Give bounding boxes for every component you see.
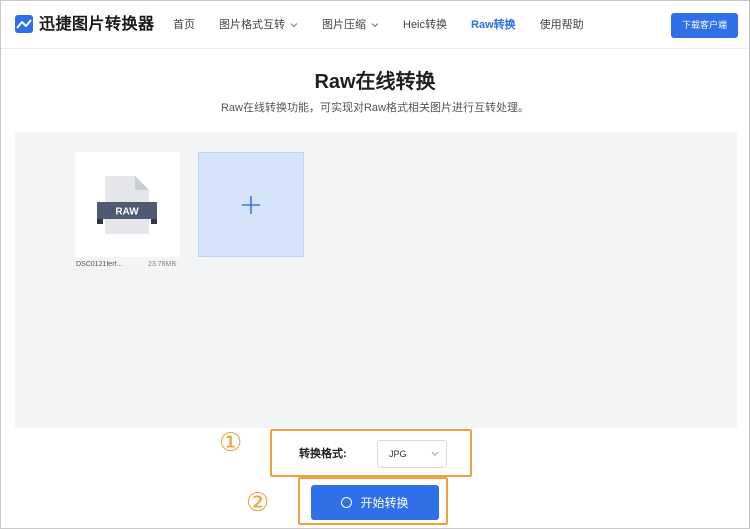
- format-select[interactable]: JPG: [377, 440, 447, 468]
- raw-badge-text: RAW: [115, 207, 139, 218]
- raw-file-icon: RAW: [97, 176, 157, 234]
- nav-item-0[interactable]: 首页: [161, 1, 207, 49]
- brand-name: 迅捷图片转换器: [39, 16, 155, 33]
- loading-circle-icon: [341, 497, 353, 508]
- nav-item-label: 图片压缩: [322, 19, 366, 31]
- nav-item-3[interactable]: Heic转换: [391, 1, 459, 49]
- file-name: DSC0121ferf...: [76, 261, 123, 268]
- format-label: 转换格式:: [299, 448, 347, 460]
- nav-item-label: Raw转换: [471, 19, 516, 31]
- nav-item-4[interactable]: Raw转换: [459, 1, 528, 49]
- page-subtitle: Raw在线转换功能，可实现对Raw格式相关图片进行互转处理。: [220, 102, 529, 114]
- upload-area: RAW DSC0121ferf... 23.78MB: [15, 132, 737, 428]
- nav-item-label: Heic转换: [403, 19, 448, 31]
- nav-item-2[interactable]: 图片压缩: [310, 1, 391, 49]
- chevron-down-icon: [290, 23, 298, 28]
- format-selected-value: JPG: [389, 449, 407, 459]
- plus-icon: [242, 196, 260, 214]
- app-logo-icon: [15, 15, 33, 33]
- nav-item-label: 使用帮助: [539, 19, 584, 31]
- file-card[interactable]: RAW: [75, 152, 180, 257]
- file-size: 23.78MB: [148, 261, 177, 268]
- main-nav: 首页 图片格式互转 图片压缩 Heic转换 Raw转换 使用帮助: [161, 1, 596, 49]
- nav-item-label: 图片格式互转: [219, 19, 285, 31]
- nav-item-label: 首页: [173, 19, 195, 31]
- page-title: Raw在线转换: [314, 71, 436, 93]
- download-client-button[interactable]: 下载客户端: [671, 13, 738, 38]
- chevron-down-icon: [371, 23, 379, 28]
- chevron-down-icon: [431, 451, 439, 457]
- add-file-button[interactable]: [198, 152, 304, 257]
- nav-item-5[interactable]: 使用帮助: [528, 1, 596, 49]
- start-convert-button[interactable]: 开始转换: [311, 485, 439, 520]
- nav-item-1[interactable]: 图片格式互转: [207, 1, 310, 49]
- start-convert-label: 开始转换: [360, 496, 409, 510]
- callout-number-two: ②: [246, 488, 270, 518]
- callout-number-one: ①: [219, 428, 243, 458]
- top-header: 迅捷图片转换器 首页 图片格式互转 图片压缩 Heic转换 Raw转换 使用帮助 下载客户…: [1, 1, 749, 49]
